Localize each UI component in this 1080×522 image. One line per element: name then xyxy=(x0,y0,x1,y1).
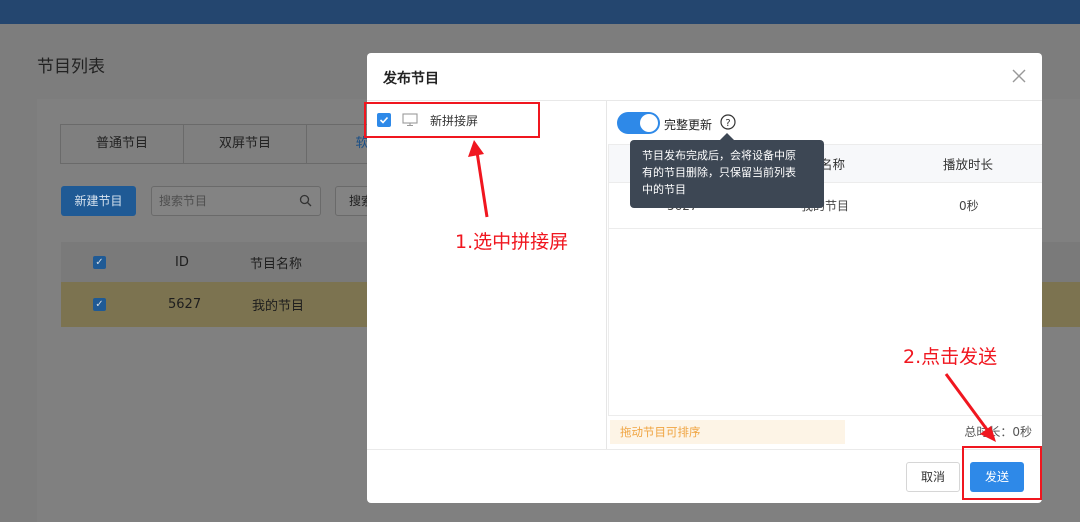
page-title: 节目列表 xyxy=(37,57,105,77)
column-header-duration: 播放时长 xyxy=(943,157,994,172)
highlight-screen-box xyxy=(364,102,540,138)
column-header-id: ID xyxy=(175,254,189,270)
step2-annotation: 2.点击发送 xyxy=(903,346,998,368)
select-all-checkbox[interactable]: ✓ xyxy=(93,255,106,269)
toggle-knob xyxy=(640,114,658,132)
search-box xyxy=(151,186,321,216)
total-duration: 总时长：0秒 xyxy=(964,425,1032,439)
step1-annotation: 1.选中拼接屏 xyxy=(455,231,569,253)
tooltip-arrow xyxy=(720,133,734,140)
tooltip-line: 节目发布完成后，会将设备中原 xyxy=(642,149,796,162)
dialog-footer: 取消 发送 xyxy=(367,449,1042,503)
screen-list-pane: 新拼接屏 xyxy=(367,101,607,449)
new-program-button[interactable]: 新建节目 xyxy=(61,186,136,216)
full-update-label: 完整更新 xyxy=(664,118,713,132)
svg-text:?: ? xyxy=(725,118,730,129)
row-duration: 0秒 xyxy=(959,199,979,213)
column-header-name: 节目名称 xyxy=(250,256,303,272)
close-icon[interactable] xyxy=(1010,67,1028,85)
help-icon[interactable]: ? xyxy=(720,114,736,130)
cancel-button[interactable]: 取消 xyxy=(906,462,960,492)
full-update-toggle[interactable] xyxy=(617,112,660,134)
highlight-send-box xyxy=(962,446,1042,500)
search-icon[interactable] xyxy=(299,194,312,207)
row-id: 5627 xyxy=(168,297,202,312)
top-nav-bar xyxy=(0,0,1080,24)
row-checkbox[interactable]: ✓ xyxy=(93,298,106,311)
tab-normal-program[interactable]: 普通节目 xyxy=(61,125,184,163)
dialog-header: 发布节目 xyxy=(367,53,1042,101)
dialog-title: 发布节目 xyxy=(383,71,439,87)
full-update-tooltip: 节目发布完成后，会将设备中原 有的节目删除，只保留当前列表 中的节目 xyxy=(630,140,824,208)
tab-dual-screen-program[interactable]: 双屏节目 xyxy=(184,125,307,163)
row-name: 我的节目 xyxy=(252,299,305,314)
search-input[interactable] xyxy=(152,187,292,215)
tooltip-line: 有的节目删除，只保留当前列表 xyxy=(642,166,796,179)
tooltip-line: 中的节目 xyxy=(642,183,686,196)
drag-sort-hint: 拖动节目可排序 xyxy=(610,420,845,444)
